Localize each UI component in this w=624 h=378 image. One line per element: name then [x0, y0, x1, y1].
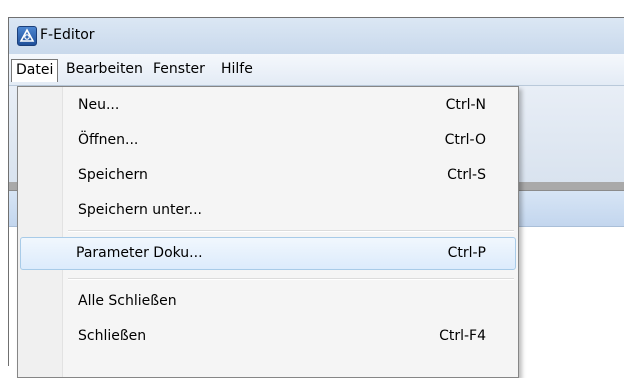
menu-separator: [68, 278, 514, 280]
menu-item-shortcut: Ctrl-P: [447, 245, 486, 261]
menu-item-alle-schliessen[interactable]: Alle Schließen: [20, 286, 516, 317]
window-title: F-Editor: [40, 27, 95, 43]
menu-item-neu[interactable]: Neu... Ctrl-N: [20, 90, 516, 121]
title-bar[interactable]: F-Editor: [9, 18, 624, 54]
menu-bar: Datei Bearbeiten Fenster Hilfe: [9, 54, 624, 86]
menu-bearbeiten[interactable]: Bearbeiten: [62, 59, 147, 79]
app-logo-icon[interactable]: [17, 26, 37, 46]
menu-item-label: Parameter Doku...: [76, 245, 203, 261]
menu-item-shortcut: Ctrl-S: [447, 167, 486, 183]
menu-item-shortcut: Ctrl-O: [444, 132, 486, 148]
menu-item-label: Alle Schließen: [78, 293, 177, 309]
menu-item-label: Speichern: [78, 167, 148, 183]
menu-item-speichern-unter[interactable]: Speichern unter...: [20, 195, 516, 226]
menu-item-shortcut: Ctrl-F4: [439, 328, 486, 344]
menu-item-schliessen[interactable]: Schließen Ctrl-F4: [20, 321, 516, 352]
menu-item-shortcut: Ctrl-N: [445, 97, 486, 113]
menu-item-label: Speichern unter...: [78, 202, 202, 218]
menu-item-parameter-doku[interactable]: Parameter Doku... Ctrl-P: [20, 237, 516, 270]
menu-item-label: Schließen: [78, 328, 147, 344]
menu-fenster[interactable]: Fenster: [149, 59, 209, 79]
menu-item-speichern[interactable]: Speichern Ctrl-S: [20, 160, 516, 191]
menu-item-oeffnen[interactable]: Öffnen... Ctrl-O: [20, 125, 516, 156]
menu-item-label: Öffnen...: [78, 132, 139, 148]
datei-dropdown-menu: Neu... Ctrl-N Öffnen... Ctrl-O Speichern…: [17, 86, 519, 378]
menu-hilfe[interactable]: Hilfe: [217, 59, 257, 79]
menu-datei[interactable]: Datei: [11, 59, 59, 82]
menu-item-label: Neu...: [78, 97, 120, 113]
menu-separator: [68, 230, 514, 232]
